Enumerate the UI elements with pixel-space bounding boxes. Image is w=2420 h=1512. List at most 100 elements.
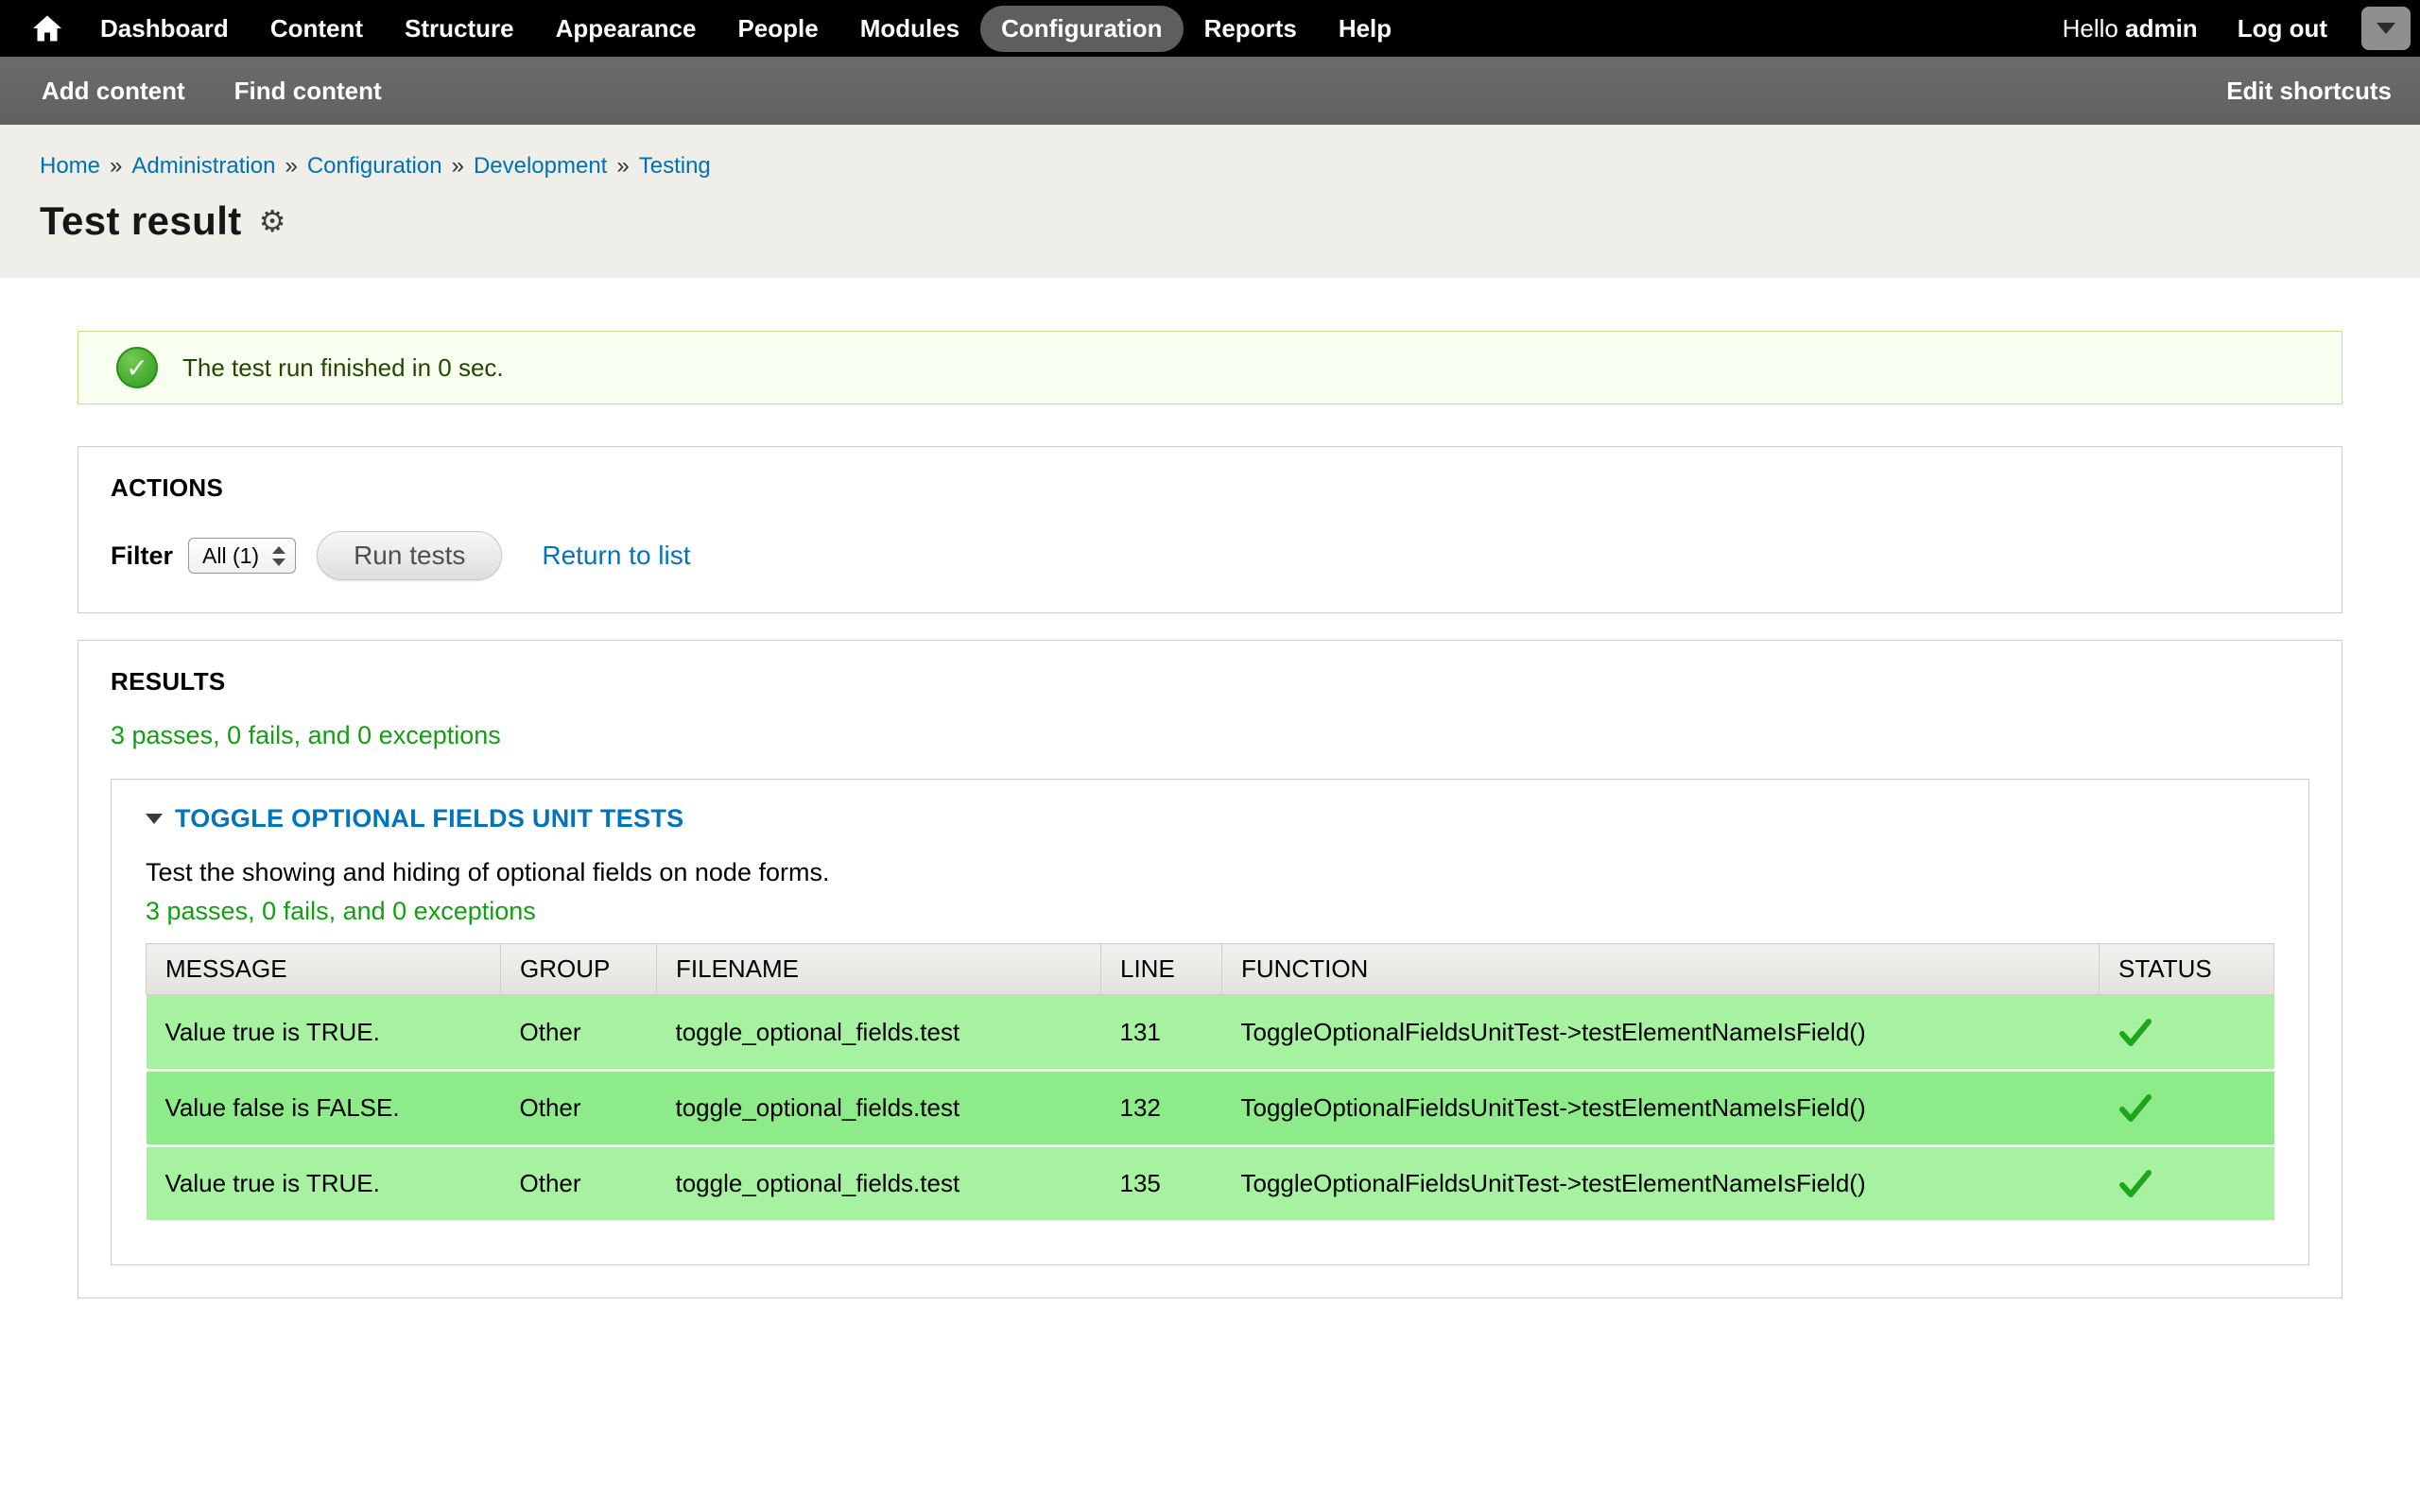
breadcrumb-link[interactable]: Home	[40, 153, 100, 179]
toolbar-menu-item[interactable]: Dashboard	[79, 6, 250, 52]
page-header: Home»Administration»Configuration»Develo…	[0, 125, 2420, 278]
shortcuts-bar: Add content Find content Edit shortcuts	[0, 57, 2420, 125]
toolbar-left: DashboardContentStructureAppearancePeopl…	[21, 0, 1412, 57]
cell-group: Other	[501, 995, 657, 1071]
home-icon	[33, 15, 61, 42]
column-header: GROUP	[501, 944, 657, 995]
filter-label: Filter	[111, 541, 173, 571]
actions-legend: ACTIONS	[111, 473, 2309, 503]
status-check-icon: ✓	[116, 347, 158, 388]
results-table: MESSAGEGROUPFILENAMELINEFUNCTIONSTATUS V…	[146, 943, 2274, 1223]
table-row: Value false is FALSE. Other toggle_optio…	[147, 1071, 2274, 1146]
table-row: Value true is TRUE. Other toggle_optiona…	[147, 995, 2274, 1071]
actions-row: Filter All (1) Run tests Return to list	[111, 531, 2309, 580]
test-group-toggle[interactable]: TOGGLE OPTIONAL FIELDS UNIT TESTS	[146, 804, 2274, 833]
contextual-gear-icon[interactable]: ⚙	[259, 206, 286, 236]
breadcrumb-item: Administration »	[131, 153, 306, 179]
column-header: STATUS	[2100, 944, 2274, 995]
cell-function: ToggleOptionalFieldsUnitTest->testElemen…	[1222, 1071, 2100, 1146]
shortcut-link[interactable]: Find content	[234, 77, 382, 106]
cell-line: 135	[1101, 1146, 1222, 1222]
breadcrumb: Home»Administration»Configuration»Develo…	[40, 153, 2420, 180]
cell-status	[2100, 1146, 2274, 1222]
breadcrumb-link[interactable]: Configuration	[307, 153, 442, 179]
results-panel: RESULTS 3 passes, 0 fails, and 0 excepti…	[78, 640, 2342, 1298]
column-header: FUNCTION	[1222, 944, 2100, 995]
cell-filename: toggle_optional_fields.test	[657, 1146, 1101, 1222]
actions-panel: ACTIONS Filter All (1) Run tests Return …	[78, 446, 2342, 613]
cell-line: 131	[1101, 995, 1222, 1071]
shortcut-items: Add content Find content	[42, 77, 382, 106]
toolbar-menu-item[interactable]: People	[717, 6, 838, 52]
results-legend: RESULTS	[111, 667, 2309, 696]
breadcrumb-separator: »	[452, 153, 464, 179]
cell-group: Other	[501, 1146, 657, 1222]
breadcrumb-item: Testing»	[639, 153, 711, 179]
return-to-list-link[interactable]: Return to list	[542, 541, 690, 571]
toolbar-menu-item[interactable]: Structure	[384, 6, 535, 52]
cell-message: Value true is TRUE.	[147, 995, 501, 1071]
greeting-prefix: Hello	[2063, 14, 2125, 43]
edit-shortcuts-link[interactable]: Edit shortcuts	[2226, 77, 2392, 106]
test-group-fieldset: TOGGLE OPTIONAL FIELDS UNIT TESTS Test t…	[111, 779, 2309, 1265]
breadcrumb-item: Development »	[474, 153, 639, 179]
cell-filename: toggle_optional_fields.test	[657, 1071, 1101, 1146]
cell-filename: toggle_optional_fields.test	[657, 995, 1101, 1071]
greeting-text: Hello admin	[2063, 14, 2198, 43]
toolbar-right: Hello admin Log out	[2063, 14, 2407, 43]
cell-message: Value false is FALSE.	[147, 1071, 501, 1146]
breadcrumb-separator: »	[110, 153, 122, 179]
cell-message: Value true is TRUE.	[147, 1146, 501, 1222]
cell-group: Other	[501, 1071, 657, 1146]
results-table-head: MESSAGEGROUPFILENAMELINEFUNCTIONSTATUS	[147, 944, 2274, 995]
filter-select-value: All (1)	[202, 543, 259, 569]
main-content: ✓ The test run finished in 0 sec. ACTION…	[0, 278, 2420, 1431]
breadcrumb-link[interactable]: Development	[474, 153, 607, 179]
cell-line: 132	[1101, 1071, 1222, 1146]
cell-status	[2100, 995, 2274, 1071]
breadcrumb-link[interactable]: Testing	[639, 153, 711, 179]
test-group-description: Test the showing and hiding of optional …	[146, 858, 2274, 887]
filter-select[interactable]: All (1)	[188, 538, 296, 574]
admin-toolbar: DashboardContentStructureAppearancePeopl…	[0, 0, 2420, 57]
cell-status	[2100, 1071, 2274, 1146]
table-row: Value true is TRUE. Other toggle_optiona…	[147, 1146, 2274, 1222]
column-header: LINE	[1101, 944, 1222, 995]
toolbar-menu-item[interactable]: Modules	[839, 6, 980, 52]
breadcrumb-separator: »	[616, 153, 629, 179]
home-button[interactable]	[21, 0, 74, 57]
breadcrumb-item: Home »	[40, 153, 131, 179]
column-header: MESSAGE	[147, 944, 501, 995]
username: admin	[2125, 14, 2198, 43]
breadcrumb-separator: »	[285, 153, 297, 179]
breadcrumb-item: Configuration »	[307, 153, 474, 179]
pass-check-icon	[2118, 1169, 2152, 1199]
results-table-body: Value true is TRUE. Other toggle_optiona…	[147, 995, 2274, 1222]
cell-function: ToggleOptionalFieldsUnitTest->testElemen…	[1222, 1146, 2100, 1222]
select-stepper-icon	[272, 546, 285, 566]
title-row: Test result ⚙	[40, 198, 2420, 244]
toolbar-menu: DashboardContentStructureAppearancePeopl…	[79, 6, 1412, 52]
toolbar-menu-item[interactable]: Configuration	[980, 6, 1183, 52]
cell-function: ToggleOptionalFieldsUnitTest->testElemen…	[1222, 995, 2100, 1071]
page-title: Test result	[40, 198, 242, 244]
shortcut-link[interactable]: Add content	[42, 77, 185, 106]
collapse-arrow-icon	[146, 814, 163, 824]
toolbar-menu-item[interactable]: Content	[250, 6, 384, 52]
pass-check-icon	[2118, 1018, 2152, 1048]
status-message-text: The test run finished in 0 sec.	[182, 353, 504, 383]
toolbar-menu-item[interactable]: Reports	[1184, 6, 1318, 52]
chevron-down-icon	[2377, 23, 2395, 34]
status-message: ✓ The test run finished in 0 sec.	[78, 331, 2342, 404]
run-tests-button[interactable]: Run tests	[317, 531, 502, 580]
column-header: FILENAME	[657, 944, 1101, 995]
toolbar-toggle-button[interactable]	[2361, 7, 2411, 50]
logout-link[interactable]: Log out	[2238, 14, 2327, 43]
test-group-title: TOGGLE OPTIONAL FIELDS UNIT TESTS	[175, 804, 683, 833]
breadcrumb-link[interactable]: Administration	[131, 153, 275, 179]
pass-check-icon	[2118, 1093, 2152, 1124]
results-summary: 3 passes, 0 fails, and 0 exceptions	[111, 721, 2309, 750]
test-group-summary: 3 passes, 0 fails, and 0 exceptions	[146, 897, 2274, 926]
toolbar-menu-item[interactable]: Help	[1318, 6, 1412, 52]
toolbar-menu-item[interactable]: Appearance	[535, 6, 717, 52]
